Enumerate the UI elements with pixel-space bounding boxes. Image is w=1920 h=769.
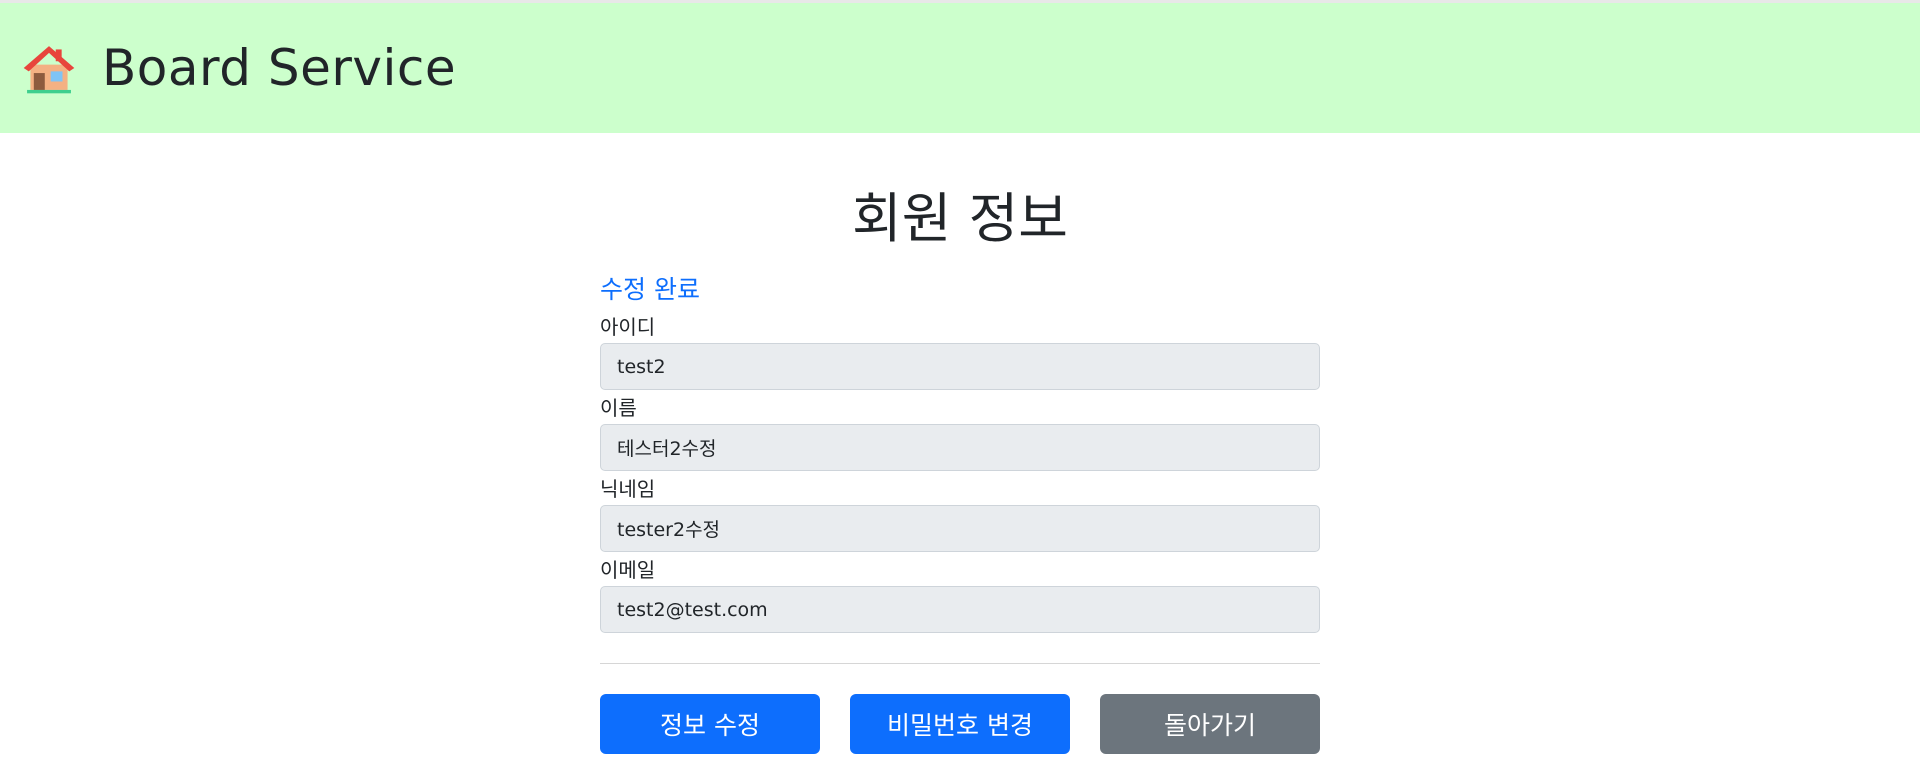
name-field[interactable]	[600, 424, 1320, 471]
nickname-label: 닉네임	[600, 477, 656, 501]
house-icon[interactable]	[22, 41, 76, 95]
id-field[interactable]	[600, 343, 1320, 390]
divider	[600, 663, 1320, 664]
nickname-field[interactable]	[600, 505, 1320, 552]
site-header: Board Service	[0, 3, 1920, 133]
email-label: 이메일	[600, 558, 656, 582]
name-label: 이름	[600, 396, 637, 420]
field-group-name: 이름	[600, 392, 1320, 471]
id-label: 아이디	[600, 315, 656, 339]
page-title: 회원 정보	[852, 187, 1068, 250]
email-field[interactable]	[600, 586, 1320, 633]
member-info-panel: 회원 정보 수정 완료 아이디 이름 닉네임 이메일 정보 수정 비밀번호 변경…	[600, 181, 1320, 754]
field-group-nickname: 닉네임	[600, 473, 1320, 552]
field-group-id: 아이디	[600, 311, 1320, 390]
back-button[interactable]: 돌아가기	[1100, 694, 1320, 754]
brand-title[interactable]: Board Service	[102, 39, 456, 97]
change-password-button[interactable]: 비밀번호 변경	[850, 694, 1070, 754]
status-message: 수정 완료	[600, 275, 700, 304]
field-group-email: 이메일	[600, 554, 1320, 633]
action-buttons: 정보 수정 비밀번호 변경 돌아가기	[600, 694, 1320, 754]
edit-info-button[interactable]: 정보 수정	[600, 694, 820, 754]
